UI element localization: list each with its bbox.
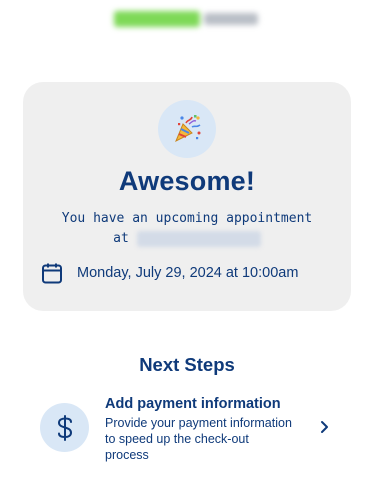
appointment-datetime: Monday, July 29, 2024 at 10:00am bbox=[77, 265, 299, 281]
calendar-icon bbox=[40, 261, 64, 285]
logo-mark bbox=[114, 11, 200, 27]
dollar-icon bbox=[40, 403, 89, 452]
appointment-location-row: at bbox=[23, 229, 351, 249]
appointment-datetime-row: Monday, July 29, 2024 at 10:00am bbox=[40, 261, 298, 285]
add-payment-info-step[interactable]: Add payment information Provide your pay… bbox=[40, 395, 340, 465]
location-name-redacted bbox=[136, 230, 261, 247]
success-title: Awesome! bbox=[118, 166, 256, 196]
appointment-message-line2: at bbox=[113, 231, 129, 246]
appointment-message: You have an upcoming appointment at bbox=[23, 209, 351, 249]
brand-logo bbox=[114, 6, 260, 32]
chevron-right-icon[interactable] bbox=[317, 419, 331, 435]
next-steps-heading: Next Steps bbox=[139, 354, 235, 375]
appointment-confirmation-page: Awesome! You have an upcoming appointmen… bbox=[0, 0, 374, 482]
step-title: Add payment information bbox=[105, 396, 281, 412]
logo-wordmark bbox=[204, 13, 258, 25]
appointment-message-line1: You have an upcoming appointment bbox=[61, 211, 313, 226]
step-description: Provide your payment information to spee… bbox=[105, 416, 292, 462]
party-popper-icon bbox=[158, 100, 216, 158]
confirmation-card: Awesome! You have an upcoming appointmen… bbox=[23, 82, 351, 311]
